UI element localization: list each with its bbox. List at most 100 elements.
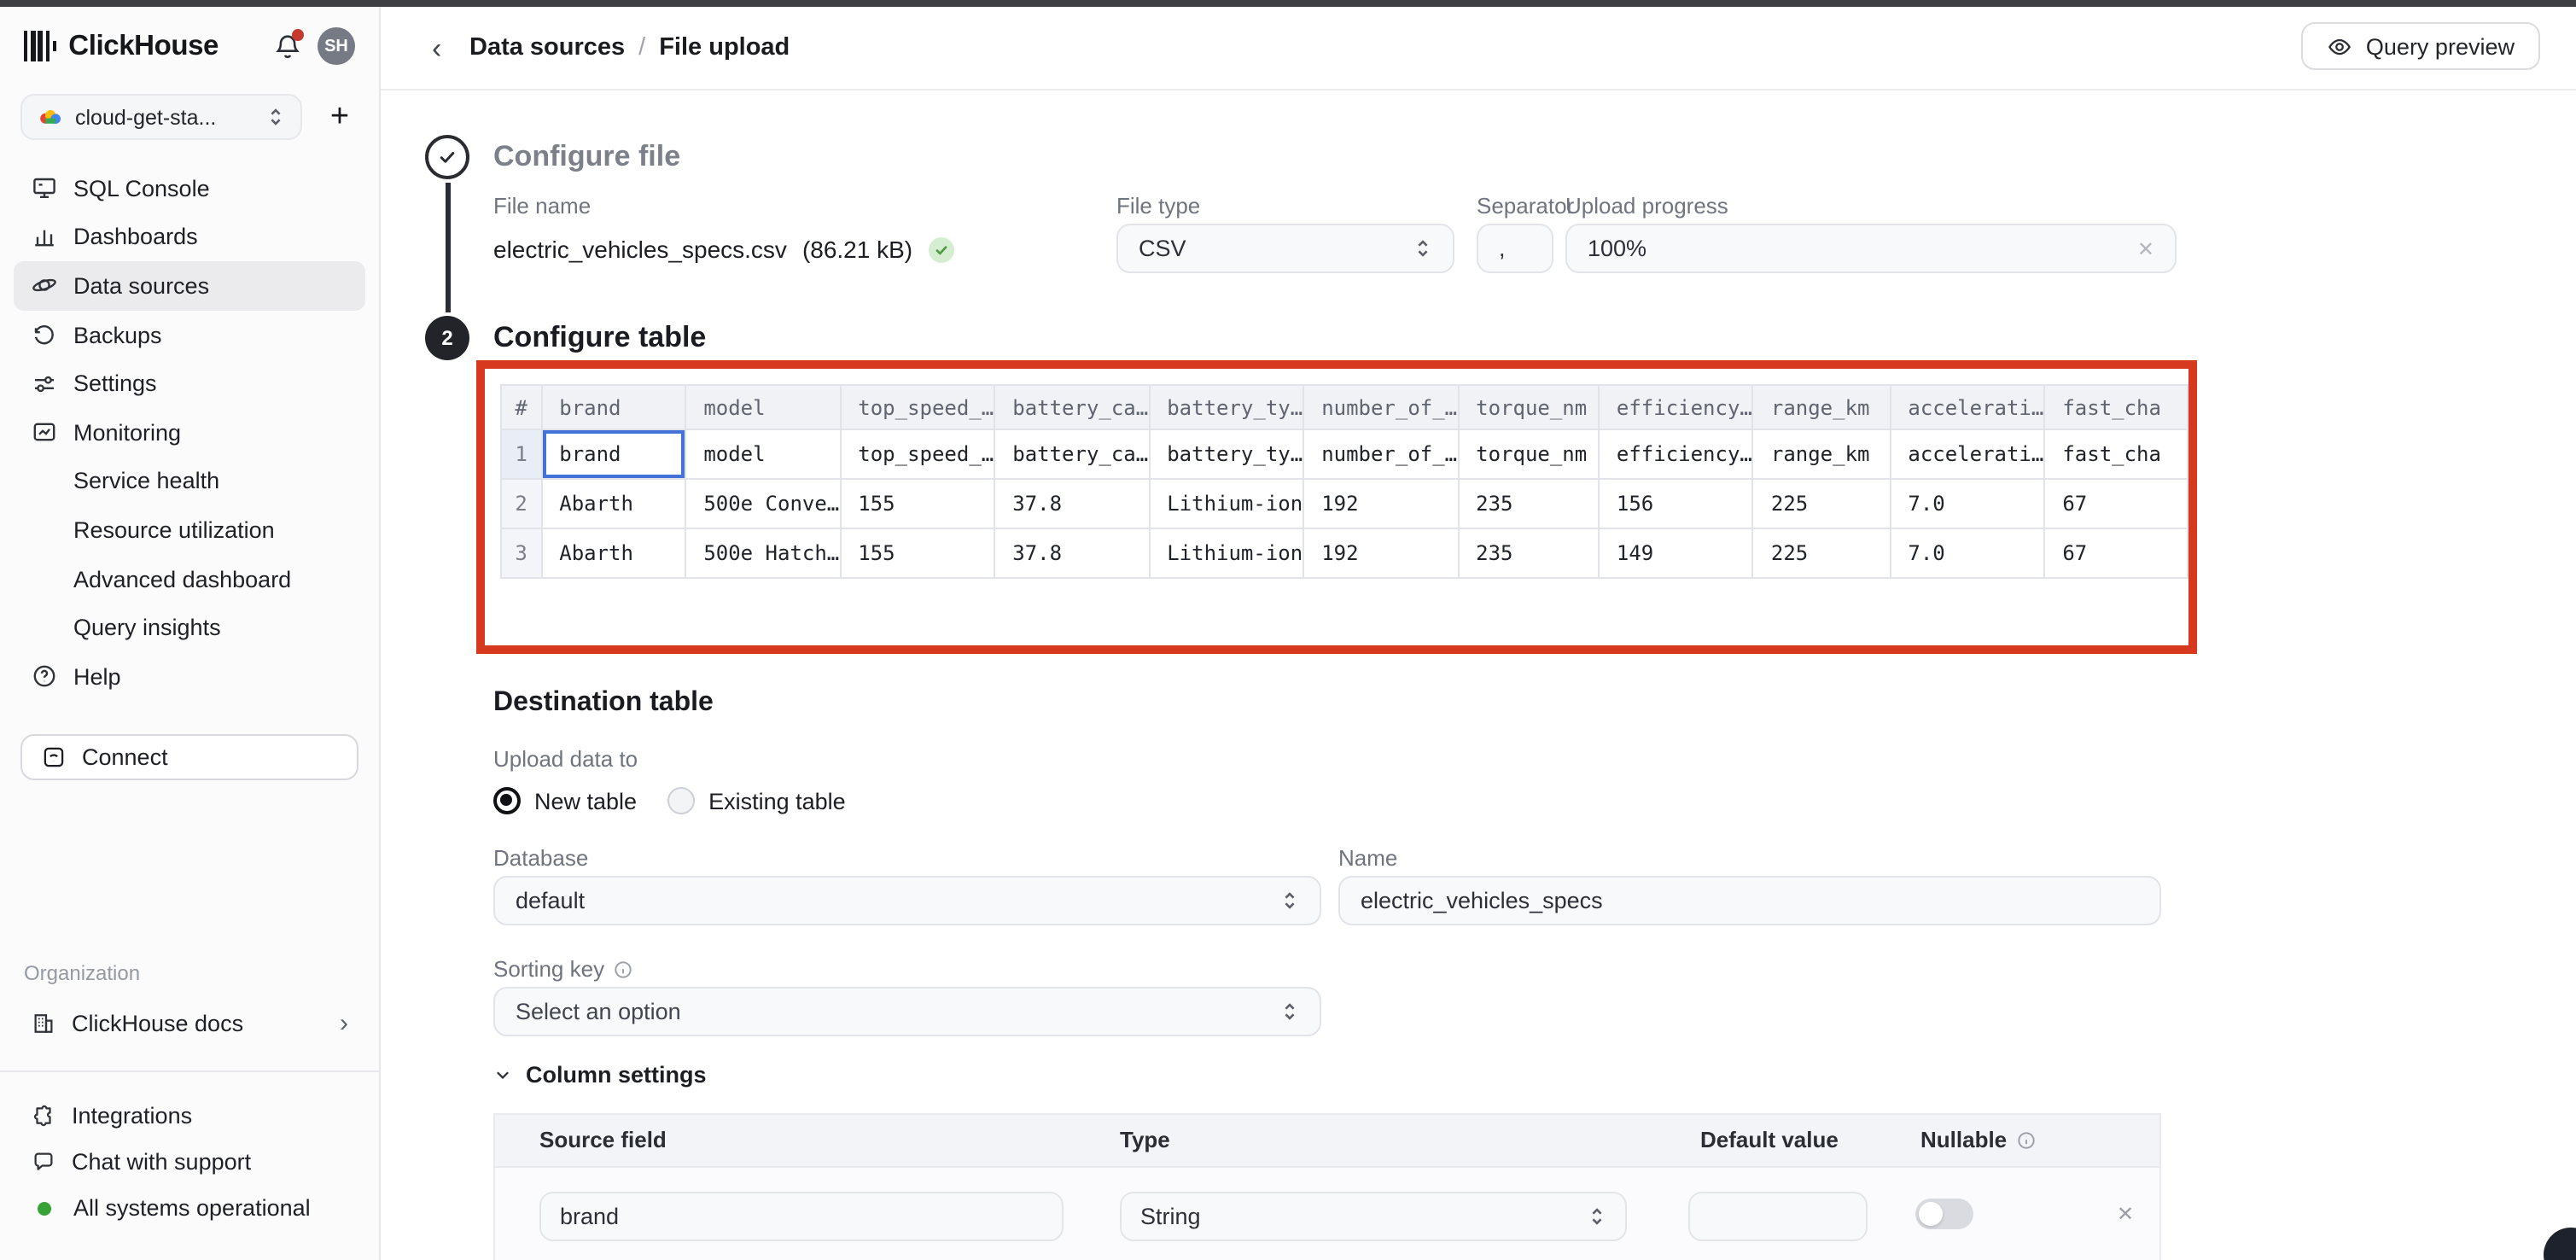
step-2-indicator: 2 [425, 316, 469, 360]
radio-new-table[interactable]: New table [493, 787, 637, 814]
breadcrumb-data-sources[interactable]: Data sources [469, 34, 625, 61]
preview-cell[interactable]: Abarth [541, 479, 685, 528]
chevron-updown-icon [266, 106, 285, 128]
preview-cell[interactable]: 192 [1303, 528, 1458, 578]
page-content: 2 Configure file File name electric_vehi… [381, 89, 2576, 1260]
nullable-toggle[interactable] [1915, 1199, 1973, 1229]
preview-cell[interactable]: Lithium-ion [1149, 479, 1303, 528]
notifications-bell-icon[interactable] [271, 31, 302, 61]
eye-icon [2327, 33, 2352, 59]
sidebar-item-query-insights[interactable]: Query insights [14, 604, 365, 652]
preview-cell[interactable]: 225 [1753, 479, 1891, 528]
preview-cell[interactable]: 500e Conve… [685, 479, 840, 528]
preview-cell[interactable]: 235 [1458, 528, 1599, 578]
nullable-header: Nullable [1920, 1127, 2036, 1152]
sidebar-item-sql-console[interactable]: SQL Console [14, 164, 365, 213]
sidebar-item-integrations[interactable]: Integrations [0, 1093, 379, 1139]
preview-cell[interactable]: 155 [840, 528, 994, 578]
gcloud-icon [38, 107, 63, 127]
preview-cell[interactable]: 7.0 [1890, 479, 2044, 528]
avatar[interactable]: SH [318, 27, 355, 65]
sidebar-item-clickhouse-docs[interactable]: ClickHouse docs › [0, 999, 379, 1047]
sidebar-item-advanced-dashboard[interactable]: Advanced dashboard [14, 555, 365, 604]
service-selector[interactable]: cloud-get-sta... [20, 94, 302, 140]
preview-cell[interactable]: model [685, 429, 840, 479]
service-name: cloud-get-sta... [75, 105, 216, 129]
sidebar-item-settings[interactable]: Settings [14, 359, 365, 408]
preview-cell[interactable]: 37.8 [994, 528, 1149, 578]
sidebar-item-backups[interactable]: Backups [14, 311, 365, 359]
preview-cell[interactable]: fast_cha [2044, 429, 2188, 479]
preview-cell[interactable]: 155 [840, 479, 994, 528]
sidebar-item-resource-utilization[interactable]: Resource utilization [14, 505, 365, 554]
app-window: ClickHouse SH [0, 0, 2576, 1260]
system-status[interactable]: All systems operational [0, 1185, 379, 1231]
preview-column-header: top_speed_… [840, 385, 994, 429]
sorting-key-label: Sorting key [493, 956, 633, 982]
preview-cell[interactable]: 67 [2044, 528, 2188, 578]
column-settings-toggle[interactable]: Column settings [493, 1062, 707, 1088]
radio-existing-table[interactable]: Existing table [667, 787, 846, 814]
notification-dot [292, 29, 304, 41]
source-field-header: Source field [539, 1127, 667, 1152]
source-field-input[interactable]: brand [539, 1192, 1064, 1241]
type-select[interactable]: String [1120, 1192, 1627, 1241]
preview-cell[interactable]: 37.8 [994, 479, 1149, 528]
sorting-key-select[interactable]: Select an option [493, 987, 1321, 1036]
row-number-cell: 1 [501, 429, 541, 479]
database-select[interactable]: default [493, 876, 1321, 925]
close-icon[interactable]: ✕ [2137, 236, 2154, 260]
column-settings-row: brand String ✕ [495, 1168, 2159, 1260]
preview-cell[interactable]: efficiency… [1599, 429, 1753, 479]
default-value-input[interactable] [1688, 1192, 1868, 1241]
separator-label: Separator [1477, 193, 1574, 219]
clickhouse-logo-icon [24, 31, 56, 61]
preview-cell[interactable]: 235 [1458, 479, 1599, 528]
connect-button[interactable]: Connect [20, 733, 358, 779]
sidebar-item-chat-support[interactable]: Chat with support [0, 1139, 379, 1185]
row-number-header: # [501, 385, 541, 429]
back-button[interactable]: ‹ [432, 33, 441, 62]
file-type-label: File type [1116, 193, 1200, 219]
preview-cell[interactable]: torque_nm [1458, 429, 1599, 479]
preview-cell[interactable]: battery_ca… [994, 429, 1149, 479]
preview-cell[interactable]: 156 [1599, 479, 1753, 528]
sidebar-item-service-health[interactable]: Service health [14, 457, 365, 505]
sidebar-item-data-sources[interactable]: Data sources [14, 261, 365, 310]
sidebar-item-help[interactable]: Help [14, 652, 365, 701]
add-service-button[interactable]: + [321, 98, 358, 136]
preview-cell[interactable]: top_speed_… [840, 429, 994, 479]
preview-cell[interactable]: brand [541, 429, 685, 479]
separator-input[interactable]: , [1477, 224, 1553, 273]
orbit-icon [31, 272, 58, 300]
preview-cell[interactable]: Abarth [541, 528, 685, 578]
preview-cell[interactable]: 149 [1599, 528, 1753, 578]
file-type-select[interactable]: CSV [1116, 224, 1454, 273]
monitoring-chart-icon [31, 419, 58, 446]
remove-column-icon[interactable]: ✕ [2117, 1202, 2134, 1226]
column-settings-header: Source field Type Default value Nullable [495, 1115, 2159, 1168]
preview-cell[interactable]: 225 [1753, 528, 1891, 578]
sidebar-item-dashboards[interactable]: Dashboards [14, 213, 365, 261]
corner-widget[interactable] [2544, 1228, 2576, 1260]
preview-cell[interactable]: 500e Hatch… [685, 528, 840, 578]
row-number-cell: 3 [501, 528, 541, 578]
preview-cell[interactable]: accelerati… [1890, 429, 2044, 479]
chevron-updown-icon [1413, 237, 1432, 260]
page-header: ‹ Data sources / File upload Query previ… [381, 7, 2576, 90]
sidebar-item-monitoring[interactable]: Monitoring [14, 408, 365, 457]
radio-unselected-icon[interactable] [667, 787, 695, 814]
preview-cell[interactable]: range_km [1753, 429, 1891, 479]
table-name-label: Name [1338, 845, 1397, 871]
preview-cell[interactable]: Lithium-ion [1149, 528, 1303, 578]
preview-cell[interactable]: battery_ty… [1149, 429, 1303, 479]
preview-cell[interactable]: 7.0 [1890, 528, 2044, 578]
file-name-label: File name [493, 193, 591, 219]
preview-cell[interactable]: 192 [1303, 479, 1458, 528]
preview-cell[interactable]: 67 [2044, 479, 2188, 528]
preview-cell[interactable]: number_of_… [1303, 429, 1458, 479]
query-preview-button[interactable]: Query preview [2301, 22, 2540, 70]
radio-selected-icon[interactable] [493, 787, 521, 814]
table-name-input[interactable]: electric_vehicles_specs [1338, 876, 2161, 925]
upload-target-radio-group: New table Existing table [493, 787, 846, 814]
